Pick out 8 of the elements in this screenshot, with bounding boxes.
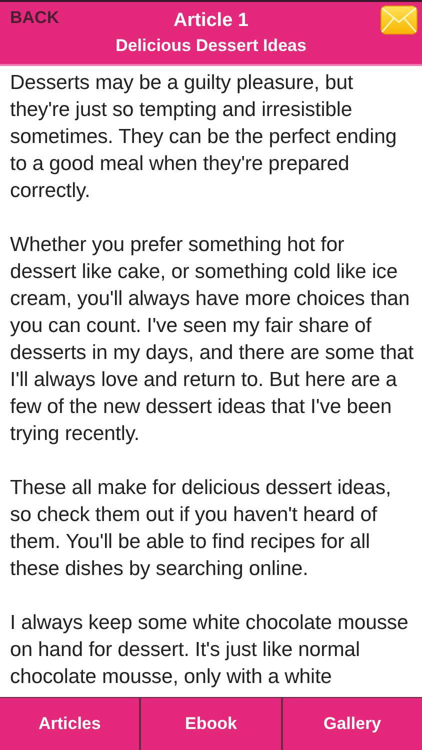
article-paragraph: Desserts may be a guilty pleasure, but they're just so tempting and irresistible sometimes. They can be the perfect ending to a good meal when they're prepared correctly.	[10, 71, 398, 204]
back-button[interactable]: BACK	[10, 8, 60, 28]
envelope-icon[interactable]	[380, 5, 418, 35]
article-paragraph: I always keep some white chocolate mousse on hand for dessert. It's just like normal chocolate mousse, only with a white	[10, 611, 410, 690]
article-paragraph: These all make for delicious dessert ideas, so check them out if you haven't heard of them. You'll be able to find recipes for all these dishes by searching online.	[10, 476, 392, 582]
article-paragraph: Whether you prefer something hot for dessert like cake, or something cold like ice cream, you'll always have more choices than you can count. I've seen my fair share of desserts in my days, and there are some that I'll always love and return to. But here are a few of the new dessert ideas that I've been trying recently.	[10, 233, 414, 447]
article-subtitle: Delicious Dessert Ideas	[116, 36, 306, 56]
article-title: Article 1	[174, 10, 248, 32]
